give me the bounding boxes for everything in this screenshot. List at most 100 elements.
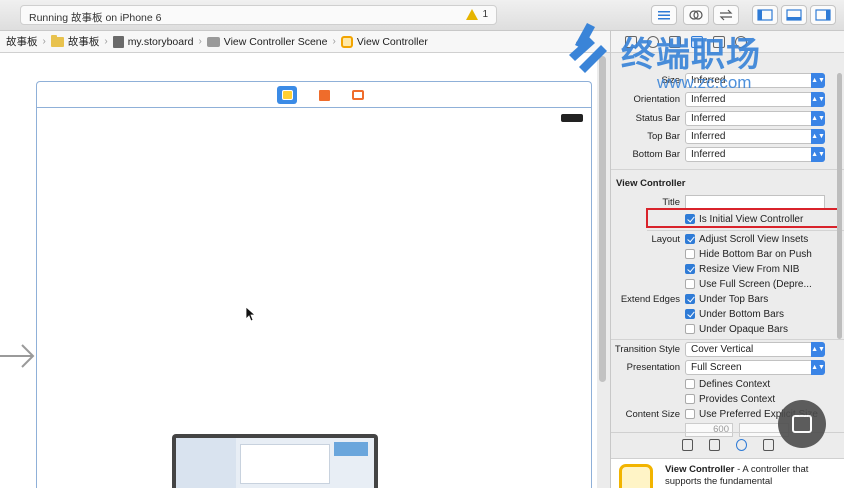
extend-option-checkbox[interactable]: Under Top Bars <box>685 294 768 305</box>
folder-icon <box>50 34 64 47</box>
layout-option-checkbox[interactable]: Use Full Screen (Depre... <box>685 279 812 290</box>
view-controller-section-title: View Controller <box>616 178 686 189</box>
size-row: Size Inferred ▲▼ <box>611 72 844 88</box>
crumb-label: View Controller Scene <box>223 35 328 48</box>
view-controller-dock-icon[interactable] <box>277 86 297 104</box>
crumb-label: View Controller <box>356 35 428 48</box>
debug-area-toggle-button[interactable] <box>781 5 807 25</box>
transition-style-label: Transition Style <box>614 343 680 355</box>
popup-arrows-icon: ▲▼ <box>811 72 825 88</box>
initial-entry-arrow-icon[interactable] <box>0 343 38 369</box>
left-panel-icon <box>757 9 773 21</box>
attributes-inspector-icon[interactable] <box>691 35 703 48</box>
swap-arrows-icon <box>719 9 733 21</box>
storyboard-file-icon <box>112 35 124 48</box>
extend-option-checkbox[interactable]: Under Opaque Bars <box>685 324 788 335</box>
warning-count: 1 <box>482 9 488 20</box>
view-controller-library-icon <box>619 464 653 488</box>
extend-row-1: Under Bottom Bars <box>611 306 844 322</box>
crumb-scene[interactable]: View Controller Scene <box>206 35 328 48</box>
top-bar-popup[interactable]: Inferred ▲▼ <box>685 128 825 144</box>
popup-arrows-icon: ▲▼ <box>811 110 825 126</box>
extend-row-2: Under Opaque Bars <box>611 321 844 337</box>
floating-action-button[interactable] <box>778 400 826 448</box>
layout-row-0: Layout Adjust Scroll View Insets <box>611 231 844 247</box>
popup-arrows-icon: ▲▼ <box>811 341 825 357</box>
transition-style-popup[interactable]: Cover Vertical ▲▼ <box>685 341 825 357</box>
chevron-left-icon[interactable]: ‹ <box>576 34 580 49</box>
crumb-label: my.storyboard <box>127 35 194 48</box>
standard-editor-button[interactable] <box>651 5 677 25</box>
library-item-text: View Controller - A controller that supp… <box>665 464 809 487</box>
quick-help-icon[interactable] <box>647 35 659 48</box>
navigator-toggle-button[interactable] <box>752 5 778 25</box>
inspector-tabs <box>611 31 844 53</box>
orientation-popup[interactable]: Inferred ▲▼ <box>685 91 825 107</box>
right-panel-icon <box>815 9 831 21</box>
layout-option-checkbox[interactable]: Resize View From NIB <box>685 264 799 275</box>
file-template-icon[interactable] <box>682 438 693 451</box>
layout-row-3: Use Full Screen (Depre... <box>611 276 844 292</box>
size-inspector-icon[interactable] <box>713 35 725 48</box>
layout-row-2: Resize View From NIB <box>611 261 844 277</box>
bottom-bar-label: Bottom Bar <box>632 148 680 160</box>
venn-icon <box>689 10 703 20</box>
crumb-view-controller[interactable]: View Controller <box>340 35 428 48</box>
layout-option-checkbox[interactable]: Hide Bottom Bar on Push <box>685 249 812 260</box>
crumb-storyboard[interactable]: my.storyboard <box>112 35 194 48</box>
identity-inspector-icon[interactable] <box>669 35 681 48</box>
popup-arrows-icon: ▲▼ <box>811 146 825 162</box>
crumb-group[interactable]: 故事板 <box>50 34 100 49</box>
battery-icon <box>561 114 583 122</box>
lines-icon <box>658 11 670 20</box>
chevron-right-icon: › <box>198 36 202 47</box>
chevron-right-icon: › <box>104 36 108 47</box>
presentation-row: Presentation Full Screen ▲▼ <box>611 359 844 375</box>
version-editor-button[interactable] <box>713 5 739 25</box>
presentation-popup[interactable]: Full Screen ▲▼ <box>685 359 825 375</box>
storyboard-canvas[interactable] <box>0 53 597 488</box>
size-label: Size <box>661 74 680 86</box>
divider <box>611 169 844 170</box>
layout-row-1: Hide Bottom Bar on Push <box>611 246 844 262</box>
top-bar-row: Top Bar Inferred ▲▼ <box>611 128 844 144</box>
view-controller-icon <box>340 35 353 48</box>
first-responder-icon[interactable] <box>314 86 334 104</box>
status-bar-popup[interactable]: Inferred ▲▼ <box>685 110 825 126</box>
popup-arrows-icon: ▲▼ <box>811 91 825 107</box>
picture-in-picture-icon <box>792 415 812 433</box>
file-inspector-icon[interactable] <box>625 35 637 48</box>
crumb-label: 故事板 <box>67 36 100 48</box>
chevron-right-icon: › <box>332 36 336 47</box>
scene-dock <box>36 81 592 107</box>
defines-context-checkbox[interactable]: Defines Context <box>685 379 770 390</box>
assistant-editor-button[interactable] <box>683 5 709 25</box>
crumb-project[interactable]: 故事板 <box>6 34 38 49</box>
orientation-row: Orientation Inferred ▲▼ <box>611 91 844 107</box>
layout-option-checkbox[interactable]: Adjust Scroll View Insets <box>685 234 808 245</box>
size-popup[interactable]: Inferred ▲▼ <box>685 72 825 88</box>
layout-label: Layout <box>651 233 680 245</box>
exit-icon[interactable] <box>348 86 368 104</box>
extend-option-checkbox[interactable]: Under Bottom Bars <box>685 309 784 320</box>
orientation-label: Orientation <box>633 93 680 105</box>
code-snippet-icon[interactable] <box>709 438 720 451</box>
bottom-bar-popup[interactable]: Inferred ▲▼ <box>685 146 825 162</box>
jump-bar: 故事板 › 故事板 › my.storyboard › View Control… <box>0 31 610 53</box>
warning-indicator[interactable]: 1 <box>466 9 488 20</box>
media-library-icon[interactable] <box>763 438 774 451</box>
crumb-label: 故事板 <box>6 36 38 48</box>
popup-arrows-icon: ▲▼ <box>811 359 825 375</box>
status-text: Running 故事板 on iPhone 6 <box>29 12 162 24</box>
provides-context-checkbox[interactable]: Provides Context <box>685 394 775 405</box>
content-size-label: Content Size <box>625 408 680 420</box>
utilities-toggle-button[interactable] <box>810 5 836 25</box>
bottom-panel-icon <box>786 9 802 21</box>
library-item-view-controller[interactable]: View Controller - A controller that supp… <box>611 458 844 488</box>
canvas-scrollbar[interactable] <box>599 56 606 382</box>
connections-inspector-icon[interactable] <box>735 35 747 48</box>
scene-icon <box>206 36 220 47</box>
view-controller-scene[interactable] <box>36 107 592 488</box>
object-library-icon[interactable] <box>736 438 747 451</box>
inspector-scrollbar[interactable] <box>837 73 842 339</box>
